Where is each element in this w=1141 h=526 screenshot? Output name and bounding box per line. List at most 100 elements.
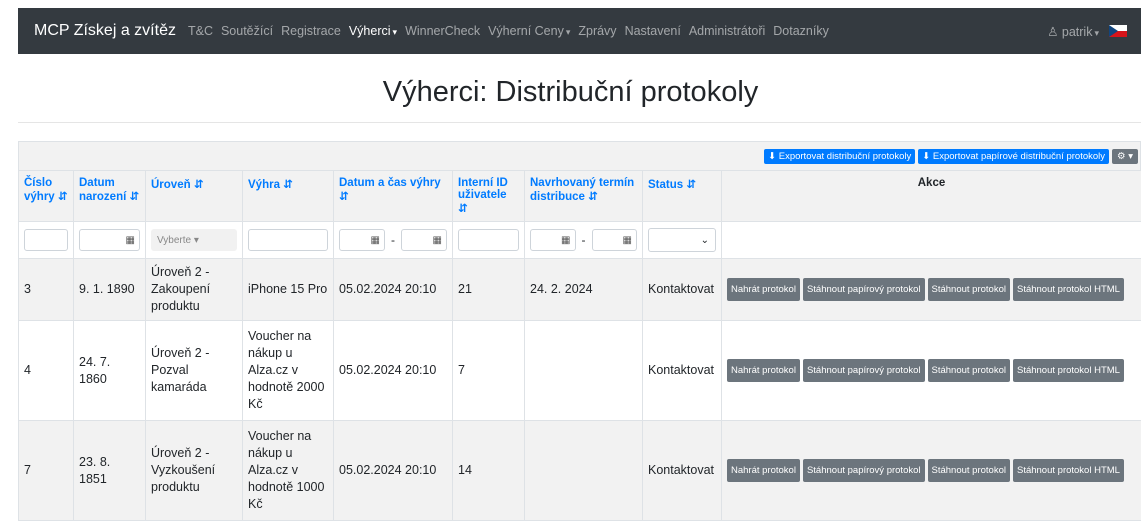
page-title: Výherci: Distribuční protokoly [382,76,759,108]
sort-icon: ⇵ [339,191,349,203]
cell-distribution [524,320,643,421]
cell-user-id: 7 [452,320,525,421]
cell-prize: iPhone 15 Pro [242,258,334,321]
cell-number: 3 [18,258,74,321]
calendar-icon: ▦ [432,234,442,246]
status-filter-select[interactable]: ⌄ [648,228,716,252]
calendar-icon: ▦ [622,234,632,246]
cell-datetime: 05.02.2024 20:10 [333,258,453,321]
header-datetime[interactable]: Datum a čas výhry ⇵ [333,170,453,222]
range-dash: - [581,233,586,247]
download-protocol-html-button[interactable]: Stáhnout protokol HTML [1012,278,1124,301]
nav-item-label: Soutěžící [220,24,274,38]
nav-item-label: Výherní Ceny [488,24,564,38]
datetime-to-filter[interactable]: ▦ [401,229,447,251]
distribution-to-filter[interactable]: ▦ [591,229,637,251]
header-distribution[interactable]: Navrhovaný termín distribuce ⇵ [524,170,643,222]
nav-item-label: Dotazníky [773,24,829,38]
prize-filter-input[interactable] [248,229,328,251]
table-row: 7 23. 8. 1851 Úroveň 2 - Vyzkoušení prod… [18,420,1141,521]
chevron-down-icon: ⌄ [700,234,709,246]
header-label: Datum narození [79,177,127,203]
header-status[interactable]: Status ⇵ [642,170,722,222]
level-filter-select[interactable]: Vyberte ▾ [151,229,237,251]
header-level[interactable]: Úroveň ⇵ [145,170,243,222]
user-id-filter-input[interactable] [458,229,519,251]
user-menu[interactable]: ♙ patrik ▾ [1047,24,1099,39]
number-filter-input[interactable] [24,229,68,251]
download-protocol-button[interactable]: Stáhnout protokol [927,359,1010,382]
birth-filter-date[interactable]: ▦ [79,229,140,251]
cell-user-id: 14 [452,420,525,521]
export-paper-button[interactable]: ⬇ Exportovat papírové distribuční protok… [918,149,1110,164]
download-protocol-button[interactable]: Stáhnout protokol [927,459,1010,482]
cell-birth: 24. 7. 1860 [73,320,146,421]
distribution-from-filter[interactable]: ▦ [530,229,576,251]
nav-item-label: Výherci [348,24,391,38]
nav-item-label: Nastavení [624,24,681,38]
table-row: 3 9. 1. 1890 Úroveň 2 - Zakoupení produk… [18,258,1141,321]
upload-protocol-button[interactable]: Nahrát protokol [727,359,800,382]
nav-item-dotazniky[interactable]: Dotazníky [773,24,829,38]
cell-number: 7 [18,420,74,521]
nav-item-tc[interactable]: T&C [188,24,213,38]
nav-item-administratori[interactable]: Administrátoři [689,24,765,38]
sort-icon: ⇵ [193,179,204,191]
upload-protocol-button[interactable]: Nahrát protokol [727,459,800,482]
sort-icon: ⇵ [458,203,468,215]
export-paper-label: Exportovat papírové distribuční protokol… [932,151,1106,162]
cell-prize: Voucher na nákup u Alza.cz v hodnotě 200… [242,320,334,421]
caret-down-icon: ▾ [1094,27,1099,38]
nav-item-soutezici[interactable]: Soutěžící [221,24,273,38]
table-settings-button[interactable]: ⚙ ▾ [1112,149,1138,164]
header-birth[interactable]: Datum narození ⇵ [73,170,146,222]
calendar-icon: ▦ [125,234,135,246]
cell-number: 4 [18,320,74,421]
winners-table: Číslo výhry ⇵ Datum narození ⇵ Úroveň ⇵ … [18,170,1141,521]
header-label: Výhra [248,179,280,191]
sort-icon: ⇵ [686,179,696,191]
datetime-from-filter[interactable]: ▦ [339,229,385,251]
caret-down-icon: ▾ [193,234,199,246]
cell-level: Úroveň 2 - Pozval kamaráda [145,320,243,421]
nav-item-vyherci[interactable]: Výherci ▾ [349,24,397,38]
upload-protocol-button[interactable]: Nahrát protokol [727,278,800,301]
download-paper-protocol-button[interactable]: Stáhnout papírový protokol [802,278,925,301]
nav-item-label: Administrátoři [688,24,766,38]
nav-item-winnercheck[interactable]: WinnerCheck [405,24,480,38]
cell-birth: 23. 8. 1851 [73,420,146,521]
header-label: Status [648,179,684,191]
top-navbar: MCP Získej a zvítěz T&C Soutěžící Regist… [18,8,1141,54]
czech-flag-icon[interactable] [1109,25,1127,37]
gear-icon: ⚙ [1117,151,1126,162]
nav-item-registrace[interactable]: Registrace [281,24,341,38]
nav-item-label: Registrace [281,24,341,38]
caret-down-icon: ▾ [392,27,398,37]
download-paper-protocol-button[interactable]: Stáhnout papírový protokol [802,459,925,482]
download-paper-protocol-button[interactable]: Stáhnout papírový protokol [802,359,925,382]
cell-prize: Voucher na nákup u Alza.cz v hodnotě 100… [242,420,334,521]
sort-icon: ⇵ [57,191,68,203]
sort-icon: ⇵ [588,191,598,203]
nav-item-vyherni-ceny[interactable]: Výherní Ceny ▾ [488,24,570,38]
nav-item-nastaveni[interactable]: Nastavení [625,24,681,38]
download-icon: ⬇ [768,151,777,162]
range-dash: - [391,233,395,247]
header-number[interactable]: Číslo výhry ⇵ [18,170,74,222]
filter-row: ▦ Vyberte ▾ ▦ - ▦ ▦ - ▦ ⌄ [18,221,1141,259]
download-protocol-html-button[interactable]: Stáhnout protokol HTML [1012,459,1124,482]
table-toolbar: ⬇ Exportovat distribuční protokoly ⬇ Exp… [18,141,1141,170]
export-distribution-button[interactable]: ⬇ Exportovat distribuční protokoly [764,149,916,164]
nav-item-zpravy[interactable]: Zprávy [578,24,616,38]
cell-user-id: 21 [452,258,525,321]
header-user-id[interactable]: Interní ID uživatele ⇵ [452,170,525,222]
download-protocol-html-button[interactable]: Stáhnout protokol HTML [1012,359,1124,382]
download-protocol-button[interactable]: Stáhnout protokol [927,278,1010,301]
winners-table-wrapper: ⬇ Exportovat distribuční protokoly ⬇ Exp… [18,141,1141,521]
cell-level: Úroveň 2 - Vyzkoušení produktu [145,420,243,521]
cell-status: Kontaktovat [642,258,722,321]
calendar-icon: ▦ [561,234,571,246]
cell-datetime: 05.02.2024 20:10 [333,420,453,521]
brand[interactable]: MCP Získej a zvítěz [34,22,176,40]
header-prize[interactable]: Výhra ⇵ [242,170,334,222]
